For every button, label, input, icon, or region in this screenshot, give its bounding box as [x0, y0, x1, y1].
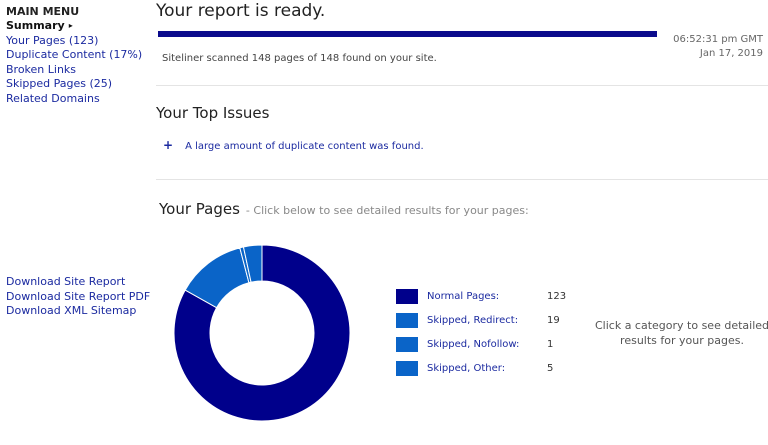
legend-label[interactable]: Skipped, Other: [427, 363, 505, 374]
legend-label[interactable]: Skipped, Redirect: [427, 315, 518, 326]
top-issues-title: Your Top Issues [156, 104, 270, 122]
legend-value: 1 [547, 339, 554, 350]
legend-swatch [396, 313, 418, 328]
scan-progress-bar [158, 31, 657, 37]
divider [156, 85, 768, 86]
legend-swatch [396, 361, 418, 376]
report-timestamp: 06:52:31 pm GMT Jan 17, 2019 [673, 33, 763, 61]
legend-value: 19 [547, 315, 560, 326]
your-pages-heading: Your Pages - Click below to see detailed … [159, 200, 529, 218]
caret-right-icon: ▸ [68, 21, 73, 30]
expand-plus-icon: + [163, 138, 174, 152]
download-links: Download Site Report Download Site Repor… [6, 275, 150, 319]
scan-summary-text: Siteliner scanned 148 pages of 148 found… [162, 53, 437, 64]
menu-title: MAIN MENU [6, 5, 80, 18]
your-pages-title: Your Pages [159, 200, 240, 218]
download-xml-sitemap-link[interactable]: Download XML Sitemap [6, 304, 150, 319]
legend-swatch [396, 289, 418, 304]
sidebar-menu: MAIN MENU Summary ▸ Your Pages (123) Dupl… [6, 4, 151, 106]
menu-item-skipped-pages[interactable]: Skipped Pages (25) [6, 77, 151, 92]
your-pages-subtitle: - Click below to see detailed results fo… [245, 204, 529, 217]
menu-item-duplicate-content[interactable]: Duplicate Content (17%) [6, 48, 151, 63]
menu-item-label: Summary [6, 19, 65, 32]
legend-swatch [396, 337, 418, 352]
legend-value: 123 [547, 291, 567, 302]
menu-item-your-pages[interactable]: Your Pages (123) [6, 34, 151, 49]
legend-label[interactable]: Skipped, Nofollow: [427, 339, 519, 350]
issue-duplicate-content[interactable]: + A large amount of duplicate content was… [163, 138, 424, 152]
divider [156, 179, 768, 180]
legend-label[interactable]: Normal Pages: [427, 291, 499, 302]
report-time: 06:52:31 pm GMT [673, 34, 763, 45]
issue-text: A large amount of duplicate content was … [185, 141, 424, 152]
main-content: Your report is ready. 06:52:31 pm GMT Ja… [155, 0, 768, 445]
legend-value: 5 [547, 363, 554, 374]
menu-item-broken-links[interactable]: Broken Links [6, 63, 151, 78]
category-hint-text: Click a category to see detailed results… [594, 319, 768, 347]
scan-progress-fill [158, 31, 657, 37]
menu-item-related-domains[interactable]: Related Domains [6, 92, 151, 107]
report-title: Your report is ready. [156, 1, 326, 21]
download-site-report-link[interactable]: Download Site Report [6, 275, 150, 290]
pages-donut-chart[interactable] [173, 244, 351, 422]
report-date: Jan 17, 2019 [699, 48, 763, 59]
menu-item-summary[interactable]: Summary ▸ [6, 19, 151, 34]
download-site-report-pdf-link[interactable]: Download Site Report PDF [6, 290, 150, 305]
